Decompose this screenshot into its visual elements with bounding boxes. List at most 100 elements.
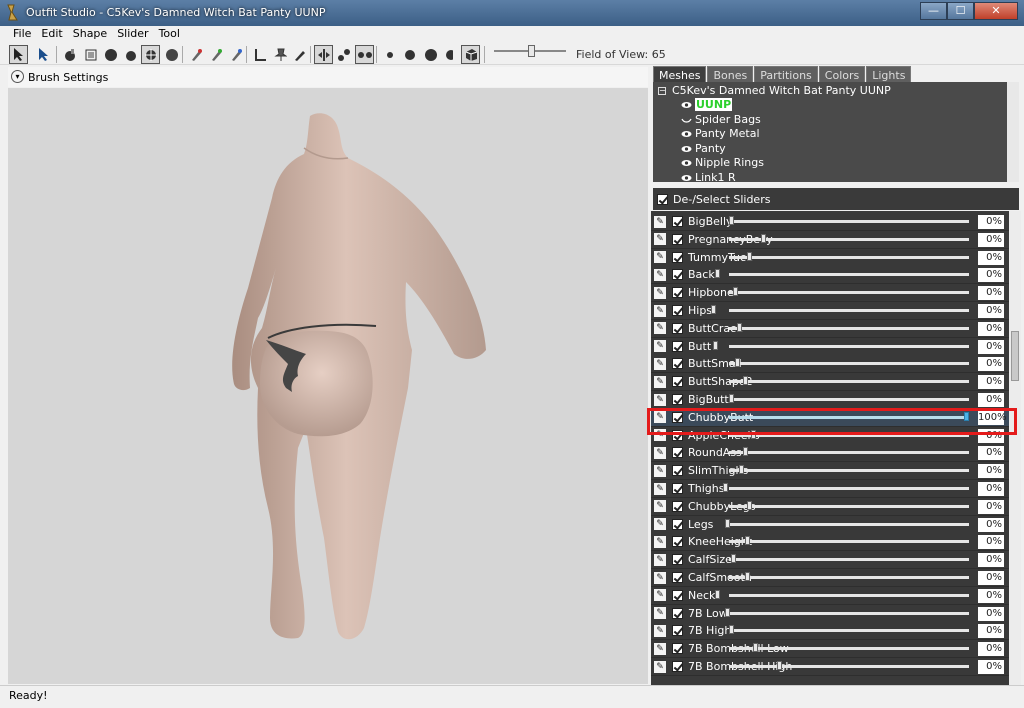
slider-row[interactable]: ✎ Neck 0%: [651, 586, 1009, 605]
slider-row[interactable]: ✎ CalfSize 0%: [651, 551, 1009, 570]
slider-checkbox[interactable]: [672, 625, 683, 637]
slider-value[interactable]: 0%: [978, 339, 1004, 354]
slider-row[interactable]: ✎ Back 0%: [651, 266, 1009, 285]
slider-row[interactable]: ✎ ChubbyLegs 0%: [651, 497, 1009, 516]
edit-slider-pencil-icon[interactable]: ✎: [654, 660, 666, 673]
slider-value[interactable]: 0%: [978, 517, 1004, 532]
slider-row[interactable]: ✎ Legs 0%: [651, 515, 1009, 534]
slider-checkbox[interactable]: [672, 572, 683, 583]
slider-value[interactable]: 0%: [978, 268, 1004, 283]
slider-track[interactable]: [729, 647, 969, 651]
slider-value[interactable]: 0%: [978, 393, 1004, 407]
slider-track[interactable]: [729, 593, 969, 597]
mesh-item-uunp[interactable]: UUNP: [681, 98, 733, 111]
eye-icon[interactable]: [681, 159, 692, 167]
scrollbar-thumb[interactable]: [1011, 331, 1019, 381]
global-brush-button[interactable]: [355, 45, 374, 64]
slider-value[interactable]: 0%: [978, 606, 1004, 621]
edit-slider-pencil-icon[interactable]: ✎: [654, 624, 666, 637]
slider-value[interactable]: 0%: [978, 660, 1004, 674]
slider-thumb[interactable]: [739, 465, 744, 475]
menu-file[interactable]: File: [8, 26, 36, 44]
show-wireframe-button[interactable]: [461, 45, 480, 64]
slider-thumb[interactable]: [713, 340, 718, 350]
edit-slider-pencil-icon[interactable]: ✎: [654, 589, 666, 602]
slider-track[interactable]: [729, 220, 969, 223]
slider-checkbox[interactable]: [672, 643, 683, 655]
slider-checkbox[interactable]: [672, 465, 683, 477]
brush-size-large-button[interactable]: [421, 45, 440, 64]
slider-row[interactable]: ✎ BigBelly 0%: [651, 213, 1009, 231]
slider-thumb[interactable]: [777, 661, 782, 670]
mesh-item-nipple-rings[interactable]: Nipple Rings: [681, 156, 764, 169]
chevron-down-icon[interactable]: ▾: [11, 70, 24, 83]
slider-row[interactable]: ✎7B Bombshell Low0%: [651, 640, 1009, 659]
transform-tool-button[interactable]: [34, 45, 53, 64]
slider-thumb[interactable]: [715, 269, 720, 279]
slider-row[interactable]: ✎ ButtShape2 0%: [651, 373, 1009, 392]
slider-checkbox[interactable]: [672, 447, 683, 459]
slider-track[interactable]: [729, 344, 969, 348]
slider-row[interactable]: ✎ 7B Low 0%: [651, 604, 1009, 623]
deselect-sliders-row[interactable]: De-/Select Sliders: [653, 188, 1019, 210]
edit-slider-pencil-icon[interactable]: ✎: [654, 357, 666, 370]
mesh-tree-scrollbar[interactable]: [1007, 82, 1019, 182]
slider-track[interactable]: [729, 522, 969, 526]
slider-checkbox[interactable]: [672, 340, 683, 352]
3d-viewport[interactable]: [8, 88, 648, 684]
eye-icon[interactable]: [681, 145, 692, 153]
move-brush-button[interactable]: [141, 45, 160, 64]
slider-checkbox[interactable]: [672, 483, 683, 494]
slider-track[interactable]: [729, 576, 969, 579]
slider-checkbox[interactable]: [672, 607, 683, 619]
edit-slider-pencil-icon[interactable]: ✎: [654, 482, 666, 495]
slider-checkbox[interactable]: [672, 554, 683, 566]
smooth-brush-button[interactable]: [162, 45, 181, 64]
slider-thumb[interactable]: [745, 572, 750, 581]
slider-thumb[interactable]: [711, 305, 716, 314]
slider-value[interactable]: 0%: [978, 464, 1004, 479]
slider-row[interactable]: ✎PregnancyBelly0%: [651, 230, 1009, 249]
slider-checkbox[interactable]: [672, 500, 683, 512]
eye-icon[interactable]: [681, 130, 692, 138]
deflate-brush-button[interactable]: [121, 45, 140, 64]
slider-checkbox[interactable]: [672, 251, 683, 263]
slider-checkbox[interactable]: [672, 322, 683, 334]
slider-checkbox[interactable]: [672, 269, 683, 281]
weight-brush-button[interactable]: [186, 45, 205, 64]
color-brush-button[interactable]: [206, 45, 225, 64]
slider-track[interactable]: [729, 309, 969, 312]
close-button[interactable]: ✕: [974, 2, 1018, 20]
mesh-item-panty-metal[interactable]: Panty Metal: [681, 127, 760, 140]
menu-slider[interactable]: Slider: [112, 26, 153, 44]
slider-thumb[interactable]: [729, 625, 734, 635]
menu-shape[interactable]: Shape: [68, 26, 112, 44]
slider-row[interactable]: ✎ Hips 0%: [651, 302, 1009, 320]
slider-row[interactable]: ✎ ButtSmall 0%: [651, 355, 1009, 374]
eye-icon[interactable]: [681, 174, 692, 182]
slider-row[interactable]: ✎ TummyTuck 0%: [651, 248, 1009, 267]
edit-slider-pencil-icon[interactable]: ✎: [654, 233, 666, 246]
slider-value[interactable]: 0%: [978, 304, 1004, 318]
slider-thumb[interactable]: [747, 500, 752, 510]
edit-slider-pencil-icon[interactable]: ✎: [654, 215, 666, 228]
mesh-item-link1-r[interactable]: Link1 R: [681, 171, 736, 182]
slider-track[interactable]: [729, 487, 969, 490]
slider-thumb[interactable]: [737, 322, 742, 332]
edit-slider-pencil-icon[interactable]: ✎: [654, 500, 666, 513]
slider-checkbox[interactable]: [672, 518, 683, 530]
slider-value[interactable]: 0%: [978, 250, 1004, 265]
edit-slider-pencil-icon[interactable]: ✎: [654, 464, 666, 477]
menu-tool[interactable]: Tool: [154, 26, 185, 44]
slider-value[interactable]: 0%: [978, 232, 1004, 247]
mesh-item-panty[interactable]: Panty: [681, 142, 726, 155]
connected-only-button[interactable]: [334, 45, 353, 64]
slider-row[interactable]: ✎ KneeHeight 0%: [651, 533, 1009, 552]
slider-value[interactable]: 0%: [978, 499, 1004, 514]
deselect-sliders-checkbox[interactable]: [657, 193, 668, 205]
slider-track[interactable]: [729, 273, 969, 277]
slider-row[interactable]: ✎ CalfSmooth 0%: [651, 569, 1009, 587]
edit-slider-pencil-icon[interactable]: ✎: [654, 375, 666, 388]
pin-button[interactable]: [270, 45, 289, 64]
brush-size-medium-button[interactable]: [400, 45, 419, 64]
